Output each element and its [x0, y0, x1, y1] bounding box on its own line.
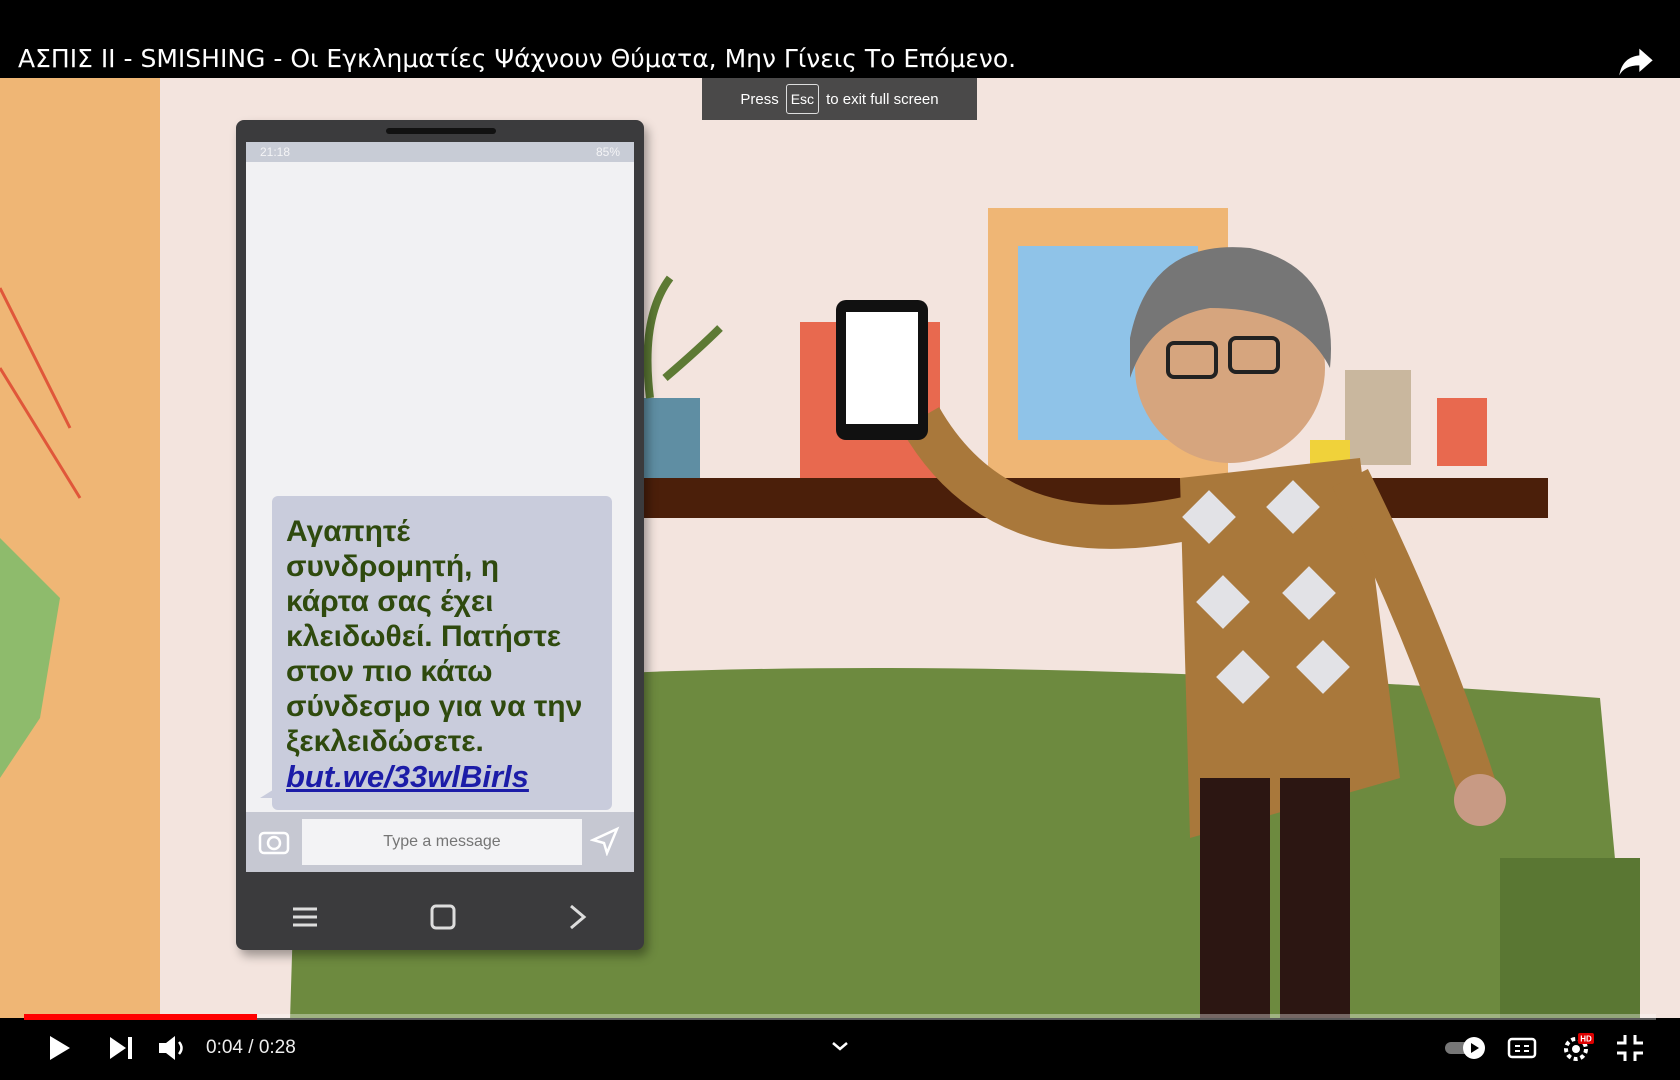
hint-press: Press: [740, 90, 779, 108]
autoplay-toggle-icon[interactable]: [1443, 1031, 1489, 1065]
next-icon[interactable]: [104, 1031, 138, 1065]
phone-navbar: [236, 884, 644, 950]
phone-mockup: 21:18 85% Αγαπητέ συνδρομητή, η κάρτα σα…: [236, 120, 644, 950]
sms-line: σύνδεσμο για να την: [286, 690, 583, 723]
camera-icon[interactable]: [258, 826, 290, 856]
progress-bar[interactable]: [24, 1014, 1656, 1020]
captions-icon[interactable]: [1505, 1031, 1539, 1065]
battery-level: 85%: [595, 145, 620, 159]
home-icon[interactable]: [429, 903, 457, 931]
volume-icon[interactable]: [155, 1031, 189, 1065]
chevron-down-icon[interactable]: [823, 1030, 857, 1064]
video-header: ΑΣΠΙΣ ΙΙ - SMISHING - Οι Εγκληματίες Ψάχ…: [0, 0, 1680, 78]
sms-bubble: Αγαπητέ συνδρομητή, η κάρτα σας έχει κλε…: [260, 496, 612, 810]
message-input[interactable]: [302, 819, 582, 865]
hd-badge: HD: [1580, 1035, 1592, 1044]
settings-icon[interactable]: HD: [1560, 1031, 1594, 1065]
fullscreen-hint: Press Esc to exit full screen: [702, 78, 977, 120]
video-title[interactable]: ΑΣΠΙΣ ΙΙ - SMISHING - Οι Εγκληματίες Ψάχ…: [18, 44, 1016, 73]
phone-screen: 21:18 85% Αγαπητέ συνδρομητή, η κάρτα σα…: [246, 142, 634, 872]
exit-fullscreen-icon[interactable]: [1613, 1031, 1647, 1065]
esc-key: Esc: [785, 84, 820, 114]
sms-line: Αγαπητέ: [286, 515, 410, 548]
hint-rest: to exit full screen: [826, 90, 939, 108]
time-display: 0:04 / 0:28: [206, 1037, 296, 1058]
phone-statusbar: 21:18 85%: [246, 142, 634, 162]
sms-line: κάρτα σας έχει: [286, 585, 494, 618]
menu-icon[interactable]: [291, 905, 319, 929]
sms-link[interactable]: but.we/33wlBirls: [286, 759, 602, 795]
phone-speaker: [386, 128, 496, 134]
back-icon[interactable]: [567, 903, 589, 931]
sms-line: κλειδωθεί. Πατήστε: [286, 620, 561, 653]
video-frame[interactable]: Press Esc to exit full screen 21:18 85% …: [0, 78, 1680, 1020]
message-composer: [246, 812, 634, 872]
play-icon[interactable]: [42, 1031, 76, 1065]
sms-line: συνδρομητή, η: [286, 550, 500, 583]
sms-line: στον πιο κάτω: [286, 655, 493, 688]
progress-fill: [24, 1014, 258, 1020]
share-icon[interactable]: [1616, 42, 1656, 82]
sms-line: ξεκλειδώσετε.: [286, 725, 484, 758]
send-icon[interactable]: [590, 826, 620, 856]
status-time: 21:18: [260, 145, 291, 159]
